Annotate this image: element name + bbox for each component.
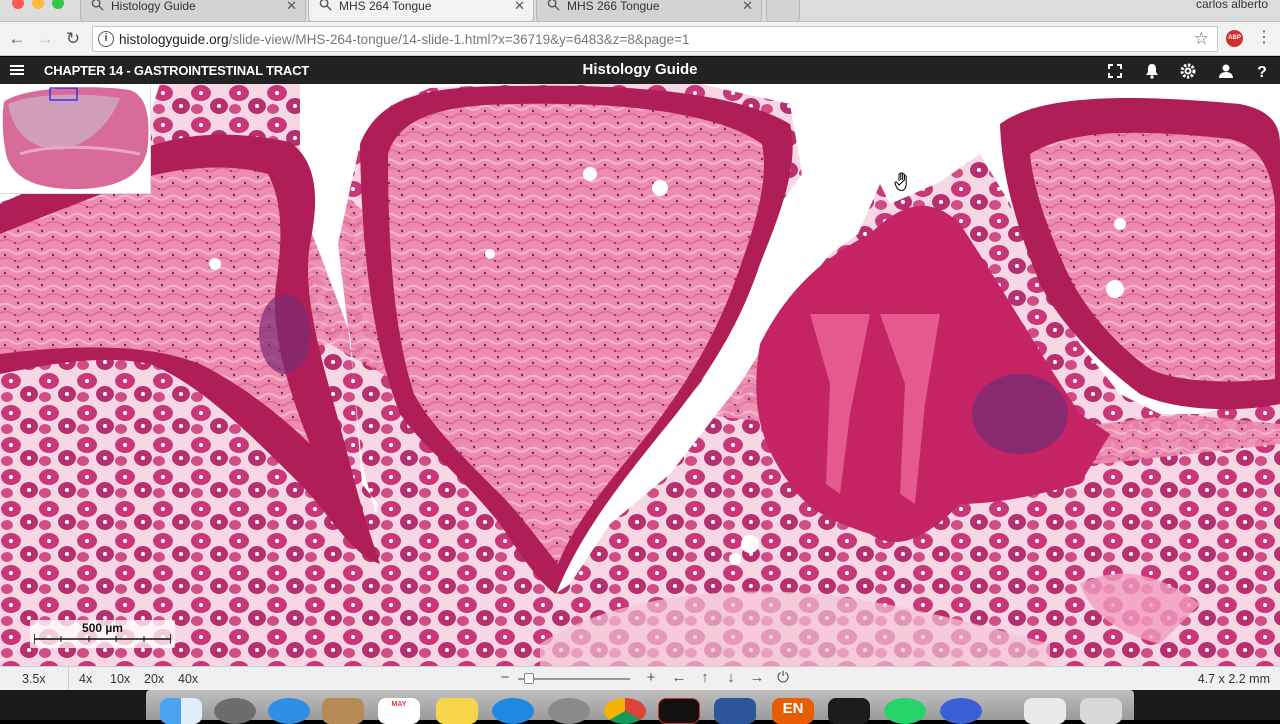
- divider: [68, 667, 69, 691]
- minimize-window-button[interactable]: [32, 0, 44, 9]
- zoom-out-button[interactable]: −: [496, 669, 514, 686]
- profile-name[interactable]: carlos alberto: [1196, 0, 1268, 11]
- tab-title: MHS 264 Tongue: [339, 0, 432, 13]
- url-host: histologyguide.org: [119, 32, 229, 47]
- reset-view-icon[interactable]: ⏻: [774, 669, 792, 686]
- site-header: CHAPTER 14 - GASTROINTESTINAL TRACT Hist…: [0, 57, 1280, 84]
- tab-histology-guide[interactable]: Histology Guide ✕: [80, 0, 306, 22]
- help-icon[interactable]: ?: [1251, 60, 1273, 82]
- url-path: /slide-view/MHS-264-tongue/14-slide-1.ht…: [228, 32, 690, 47]
- notes-icon[interactable]: [436, 698, 478, 724]
- overview-thumbnail[interactable]: [0, 84, 151, 194]
- tab-mhs-264-tongue[interactable]: MHS 264 Tongue ✕: [308, 0, 534, 22]
- launchpad-icon[interactable]: [214, 698, 256, 724]
- current-zoom: 3.5x: [22, 672, 46, 686]
- close-tab-icon[interactable]: ✕: [286, 0, 297, 12]
- pan-left-icon[interactable]: ←: [670, 669, 688, 686]
- reload-icon[interactable]: ↻: [62, 28, 84, 50]
- info-icon[interactable]: i: [98, 31, 114, 47]
- fullscreen-icon[interactable]: [1104, 60, 1126, 82]
- new-tab-button[interactable]: [766, 0, 800, 22]
- overview-image[interactable]: [0, 84, 151, 194]
- zoom-window-button[interactable]: [52, 0, 64, 9]
- scale-bar: 500 µm: [30, 620, 175, 648]
- dock-shelf: MAY EN: [146, 690, 1134, 724]
- browser-menu-icon[interactable]: ⋮: [1256, 27, 1272, 47]
- forward-icon[interactable]: →: [34, 28, 56, 50]
- zoom-10x-button[interactable]: 10x: [110, 672, 130, 686]
- url-text[interactable]: histologyguide.org/slide-view/MHS-264-to…: [119, 32, 689, 47]
- slide-viewer[interactable]: [0, 84, 1280, 666]
- scale-label: 500 µm: [82, 621, 123, 635]
- notes-folder-icon[interactable]: [322, 698, 364, 724]
- safari-icon[interactable]: [268, 698, 310, 724]
- other-app-icon[interactable]: [940, 698, 982, 724]
- svg-text:?: ?: [1257, 64, 1267, 81]
- activity-monitor-icon[interactable]: [828, 698, 870, 724]
- adblock-icon[interactable]: ABP: [1226, 30, 1243, 47]
- whatsapp-icon[interactable]: [884, 698, 926, 724]
- close-tab-icon[interactable]: ✕: [742, 0, 753, 12]
- close-window-button[interactable]: [12, 0, 24, 9]
- user-icon[interactable]: [1215, 60, 1237, 82]
- pan-right-icon[interactable]: →: [748, 669, 766, 686]
- search-icon: [91, 0, 104, 11]
- scale-ticks: [34, 634, 171, 644]
- word-icon[interactable]: [714, 698, 756, 724]
- zoom-slider[interactable]: [518, 673, 630, 684]
- back-icon[interactable]: ←: [6, 28, 28, 50]
- tab-title: MHS 266 Tongue: [567, 0, 660, 13]
- tab-mhs-266-tongue[interactable]: MHS 266 Tongue ✕: [536, 0, 762, 22]
- zoom-40x-button[interactable]: 40x: [178, 672, 198, 686]
- pan-up-icon[interactable]: ↑: [696, 669, 714, 686]
- search-icon: [547, 0, 560, 11]
- zoom-in-button[interactable]: +: [642, 669, 660, 686]
- pan-down-icon[interactable]: ↓: [722, 669, 740, 686]
- calendar-month: MAY: [391, 701, 407, 708]
- gear-icon[interactable]: [1177, 60, 1199, 82]
- bell-icon[interactable]: [1141, 60, 1163, 82]
- app-store-icon[interactable]: [492, 698, 534, 724]
- hand-cursor-icon: [894, 172, 907, 192]
- zoom-20x-button[interactable]: 20x: [144, 672, 164, 686]
- bookmark-star-icon[interactable]: ☆: [1194, 29, 1209, 49]
- trash-icon[interactable]: [1080, 698, 1122, 724]
- tongue-tissue-image[interactable]: [0, 84, 1280, 666]
- finder-icon[interactable]: [160, 698, 202, 724]
- viewer-controls: 3.5x 4x 10x 20x 40x − + ← ↑ ↓ → ⏻ 4.7 x …: [0, 666, 1280, 691]
- address-bar[interactable]: i histologyguide.org/slide-view/MHS-264-…: [92, 26, 1218, 52]
- slide-dimensions: 4.7 x 2.2 mm: [1197, 672, 1270, 686]
- browser-tab-bar: Histology Guide ✕ MHS 264 Tongue ✕ MHS 2…: [0, 0, 1280, 22]
- brand-title[interactable]: Histology Guide: [0, 61, 1280, 78]
- search-icon: [319, 0, 332, 11]
- zoom-slider-handle[interactable]: [524, 673, 534, 684]
- terminal-app-icon[interactable]: [658, 698, 700, 724]
- system-preferences-icon[interactable]: [548, 698, 590, 724]
- close-tab-icon[interactable]: ✕: [514, 0, 525, 12]
- calendar-icon[interactable]: MAY: [378, 698, 420, 724]
- en-label: EN: [782, 700, 804, 717]
- zoom-4x-button[interactable]: 4x: [79, 672, 92, 686]
- browser-toolbar: ← → ↻ i histologyguide.org/slide-view/MH…: [0, 22, 1280, 56]
- tab-title: Histology Guide: [111, 0, 196, 13]
- language-en-icon[interactable]: EN: [772, 698, 814, 724]
- chrome-icon[interactable]: [604, 698, 646, 724]
- files-icon[interactable]: [1024, 698, 1066, 724]
- macos-dock: MAY EN: [0, 690, 1280, 724]
